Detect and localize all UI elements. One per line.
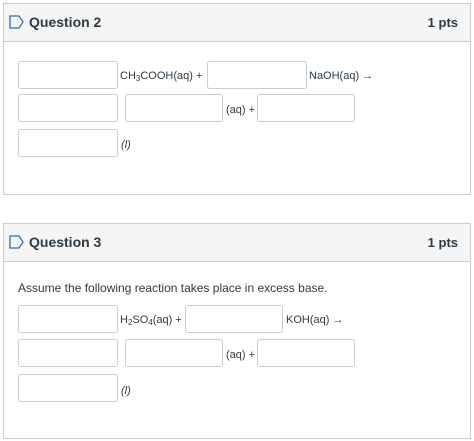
reactant-formula: CH3COOH(aq) + — [120, 70, 203, 83]
answer-blank-5[interactable] — [257, 339, 355, 367]
answer-blank-4[interactable] — [125, 94, 223, 122]
answer-blank-6[interactable] — [18, 374, 118, 402]
flag-question-icon[interactable] — [9, 15, 24, 29]
question-title: Question 2 — [29, 14, 102, 30]
answer-blank-1[interactable] — [18, 61, 118, 89]
reactant-formula-2: KOH(aq) → — [286, 314, 344, 326]
answer-blank-6[interactable] — [18, 129, 118, 157]
answer-blank-3[interactable] — [18, 339, 118, 367]
answer-blank-2[interactable] — [207, 61, 307, 89]
liquid-state-label: (l) — [121, 139, 131, 151]
liquid-state-label: (l) — [121, 385, 131, 397]
reactant-formula-2: NaOH(aq) → — [309, 70, 374, 82]
question-3-header: Question 3 1 pts — [4, 224, 470, 262]
question-2-header: Question 2 1 pts — [4, 4, 470, 42]
product-state-label: (aq) + — [226, 104, 256, 116]
question-prompt: Assume the following reaction takes plac… — [18, 281, 328, 295]
answer-blank-1[interactable] — [18, 305, 118, 333]
product-state-label: (aq) + — [226, 349, 256, 361]
answer-blank-2[interactable] — [185, 305, 283, 333]
question-2-card: Question 2 1 pts CH3COOH(aq) + NaOH(aq) … — [3, 3, 471, 195]
answer-blank-5[interactable] — [257, 94, 355, 122]
flag-question-icon[interactable] — [9, 235, 24, 249]
question-3-card: Question 3 1 pts Assume the following re… — [3, 223, 471, 439]
question-points: 1 pts — [427, 15, 458, 30]
answer-blank-3[interactable] — [18, 94, 118, 122]
answer-blank-4[interactable] — [125, 339, 223, 367]
question-points: 1 pts — [427, 235, 458, 250]
question-title: Question 3 — [29, 234, 102, 250]
reactant-formula: H2SO4(aq) + — [120, 314, 182, 327]
